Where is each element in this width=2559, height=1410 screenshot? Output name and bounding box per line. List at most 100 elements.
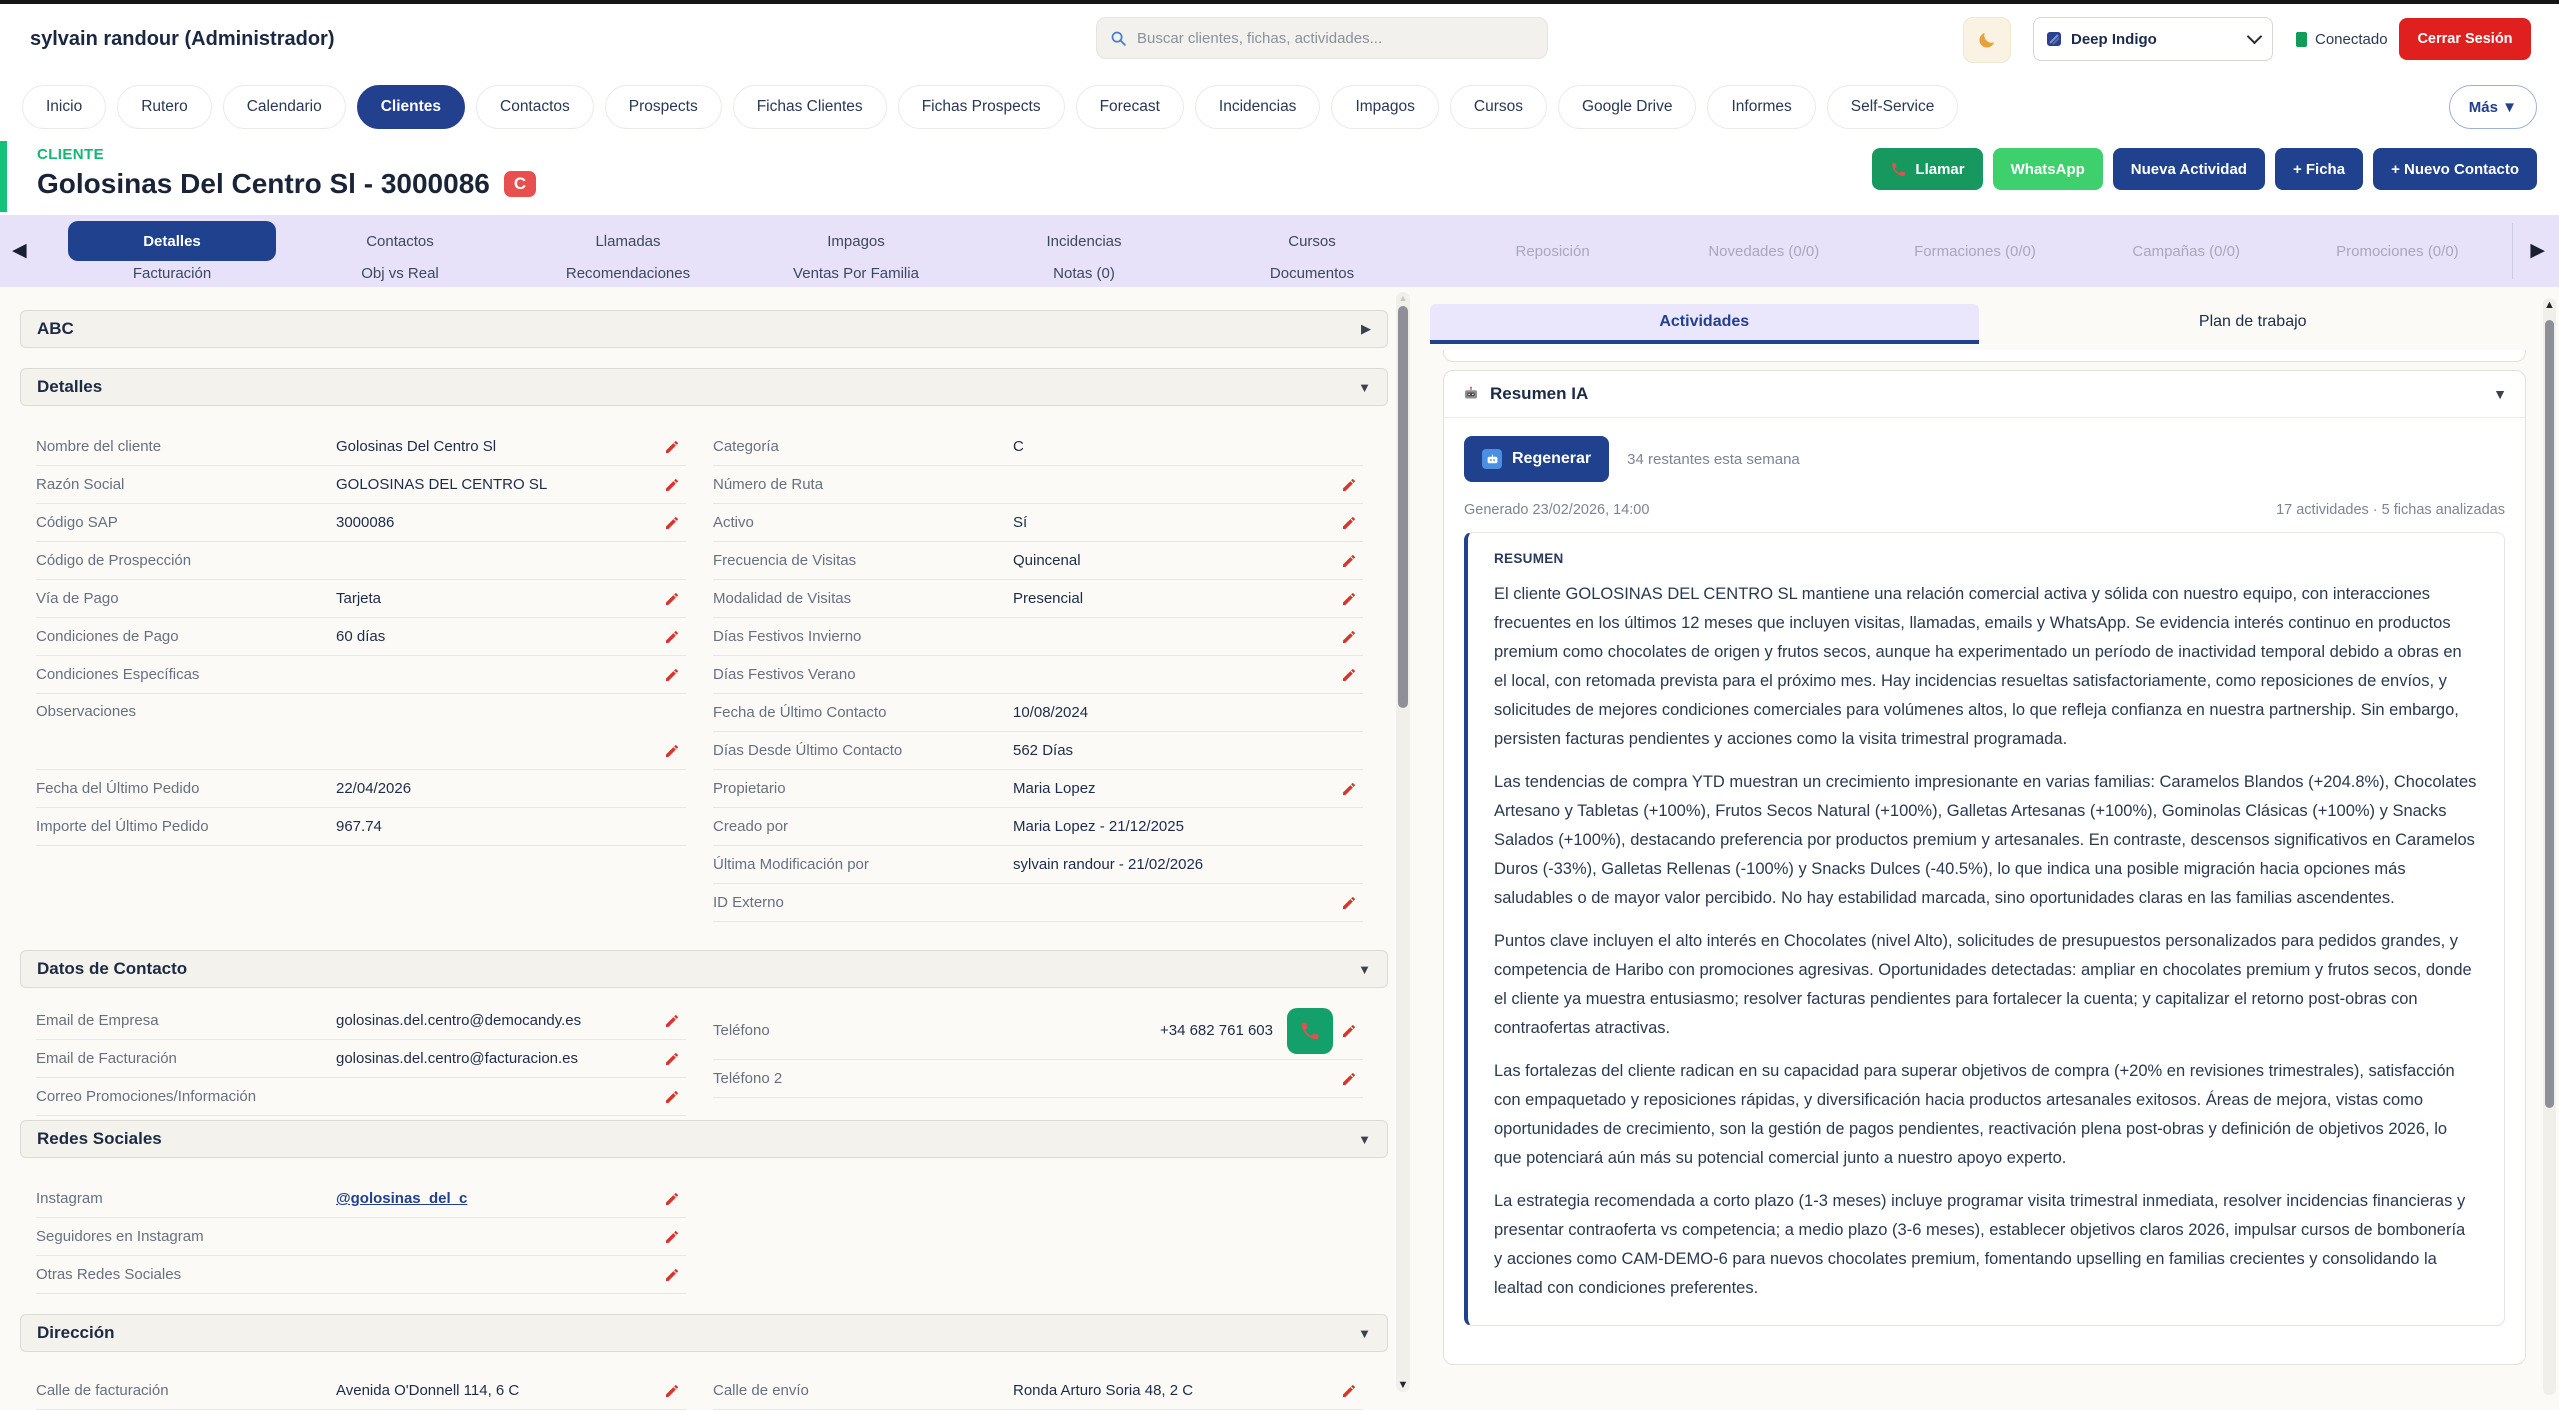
tab-formaciones-0-0[interactable]: Formaciones (0/0) (1869, 243, 2080, 260)
edit-pencil-icon[interactable] (664, 1089, 680, 1105)
tab-plan-de-trabajo[interactable]: Plan de trabajo (1979, 304, 2528, 344)
left-pane-scrollbar[interactable]: ▲ ▼ (1396, 292, 1410, 1392)
tab-llamadas[interactable]: Llamadas (514, 221, 742, 261)
previous-card-edge (1443, 350, 2526, 362)
tab-promociones-0-0[interactable]: Promociones (0/0) (2292, 243, 2503, 260)
scrollbar-thumb[interactable] (2545, 320, 2554, 1108)
tab-incidencias[interactable]: Incidencias (970, 221, 1198, 261)
right-pane-scrollbar[interactable]: ▲ (2543, 298, 2556, 1395)
edit-pencil-icon[interactable] (664, 667, 680, 683)
add-contact-button[interactable]: + Nuevo Contacto (2373, 148, 2537, 190)
edit-pencil-icon[interactable] (664, 515, 680, 531)
nav-tab-prospects[interactable]: Prospects (605, 85, 722, 129)
new-activity-button[interactable]: Nueva Actividad (2113, 148, 2265, 190)
nav-tab-forecast[interactable]: Forecast (1076, 85, 1184, 129)
nav-tab-calendario[interactable]: Calendario (223, 85, 346, 129)
scroll-up-icon[interactable]: ▲ (1396, 293, 1410, 303)
edit-pencil-icon[interactable] (1341, 1071, 1357, 1087)
detalles-fields: Nombre del cliente Golosinas Del Centro … (36, 428, 1363, 922)
edit-pencil-icon[interactable] (664, 743, 680, 759)
tab-notas-0[interactable]: Notas (0) (970, 263, 1198, 283)
section-direccion[interactable]: Dirección ▼ (20, 1314, 1388, 1352)
nav-tab-contactos[interactable]: Contactos (476, 85, 594, 129)
tab-cursos[interactable]: Cursos (1198, 221, 1426, 261)
call-phone-button[interactable] (1287, 1008, 1333, 1054)
scroll-up-icon[interactable]: ▲ (2543, 299, 2556, 311)
nav-tab-clientes[interactable]: Clientes (357, 85, 465, 129)
more-menu-button[interactable]: Más ▼ (2449, 85, 2537, 129)
tab-recomendaciones[interactable]: Recomendaciones (514, 263, 742, 283)
nav-tab-informes[interactable]: Informes (1707, 85, 1815, 129)
call-button-label: Llamar (1915, 161, 1964, 178)
logout-button[interactable]: Cerrar Sesión (2399, 18, 2531, 60)
call-button[interactable]: Llamar (1872, 148, 1982, 190)
edit-pencil-icon[interactable] (1341, 781, 1357, 797)
nav-tab-incidencias[interactable]: Incidencias (1195, 85, 1321, 129)
add-ficha-button[interactable]: + Ficha (2275, 148, 2363, 190)
section-detalles[interactable]: Detalles ▼ (20, 368, 1388, 406)
field-telefono: Teléfono +34 682 761 603 (713, 1002, 1363, 1060)
detalles-col-right: Categoría C Número de Ruta Activo Sí Fre… (713, 428, 1363, 922)
edit-pencil-icon[interactable] (664, 1013, 680, 1029)
tab-impagos[interactable]: Impagos (742, 221, 970, 261)
edit-pencil-icon[interactable] (664, 1267, 680, 1283)
nav-tab-inicio[interactable]: Inicio (22, 85, 106, 129)
strip-scroll-left-icon[interactable]: ◀ (12, 239, 27, 262)
tab-contactos[interactable]: Contactos (286, 221, 514, 261)
section-abc[interactable]: ABC ▶ (20, 310, 1388, 348)
nav-tab-label: Clientes (381, 98, 441, 116)
edit-pencil-icon[interactable] (1341, 1383, 1357, 1399)
strip-tab-label: Documentos (1270, 265, 1354, 282)
edit-pencil-icon[interactable] (1341, 591, 1357, 607)
strip-tab-label: Ventas Por Familia (793, 265, 919, 282)
edit-pencil-icon[interactable] (664, 439, 680, 455)
scrollbar-thumb[interactable] (1398, 306, 1408, 708)
nav-tab-cursos[interactable]: Cursos (1450, 85, 1547, 129)
tab-actividades[interactable]: Actividades (1430, 304, 1979, 344)
edit-pencil-icon[interactable] (664, 1191, 680, 1207)
dark-mode-toggle[interactable] (1963, 17, 2011, 63)
tab-documentos[interactable]: Documentos (1198, 263, 1426, 283)
whatsapp-button[interactable]: WhatsApp (1993, 148, 2103, 190)
field-value: 562 Días (1013, 742, 1357, 759)
field-label: Activo (713, 514, 1013, 531)
section-redes-sociales[interactable]: Redes Sociales ▼ (20, 1120, 1388, 1158)
edit-pencil-icon[interactable] (1341, 629, 1357, 645)
edit-pencil-icon[interactable] (1341, 553, 1357, 569)
edit-pencil-icon[interactable] (1341, 515, 1357, 531)
field-value: golosinas.del.centro@democandy.es (336, 1012, 656, 1029)
section-datos-contacto[interactable]: Datos de Contacto ▼ (20, 950, 1388, 988)
tab-novedades-0-0[interactable]: Novedades (0/0) (1658, 243, 1869, 260)
regenerate-button[interactable]: Regenerar (1464, 436, 1609, 482)
tab-campanas-0-0[interactable]: Campañas (0/0) (2081, 243, 2292, 260)
nav-tab-google-drive[interactable]: Google Drive (1558, 85, 1696, 129)
edit-pencil-icon[interactable] (664, 629, 680, 645)
edit-pencil-icon[interactable] (1341, 667, 1357, 683)
edit-pencil-icon[interactable] (1341, 477, 1357, 493)
tab-reposicion[interactable]: Reposición (1447, 243, 1658, 260)
tab-facturacion[interactable]: Facturación (58, 263, 286, 283)
global-search[interactable] (1096, 17, 1548, 59)
edit-pencil-icon[interactable] (1341, 895, 1357, 911)
edit-pencil-icon[interactable] (664, 591, 680, 607)
tab-ventas-por-familia[interactable]: Ventas Por Familia (742, 263, 970, 283)
nav-tab-fichas-prospects[interactable]: Fichas Prospects (898, 85, 1065, 129)
edit-pencil-icon[interactable] (1341, 1023, 1357, 1039)
edit-pencil-icon[interactable] (664, 1229, 680, 1245)
redes-fields: Instagram @golosinas_del_c Seguidores en… (36, 1180, 1363, 1294)
edit-pencil-icon[interactable] (664, 477, 680, 493)
strip-scroll-right-icon[interactable]: ▶ (2530, 239, 2545, 262)
resumen-ia-header[interactable]: Resumen IA ▼ (1444, 371, 2525, 418)
tab-detalles[interactable]: Detalles (68, 221, 276, 261)
edit-pencil-icon[interactable] (664, 1051, 680, 1067)
edit-pencil-icon[interactable] (664, 1383, 680, 1399)
nav-tab-self-service[interactable]: Self-Service (1827, 85, 1959, 129)
nav-tab-impagos[interactable]: Impagos (1331, 85, 1438, 129)
theme-select[interactable]: Deep Indigo (2033, 17, 2273, 61)
nav-tab-fichas-clientes[interactable]: Fichas Clientes (733, 85, 887, 129)
search-input[interactable] (1135, 29, 1534, 48)
scroll-down-icon[interactable]: ▼ (1396, 1379, 1410, 1391)
field-value[interactable]: @golosinas_del_c (336, 1190, 656, 1207)
nav-tab-rutero[interactable]: Rutero (117, 85, 212, 129)
tab-obj-vs-real[interactable]: Obj vs Real (286, 263, 514, 283)
